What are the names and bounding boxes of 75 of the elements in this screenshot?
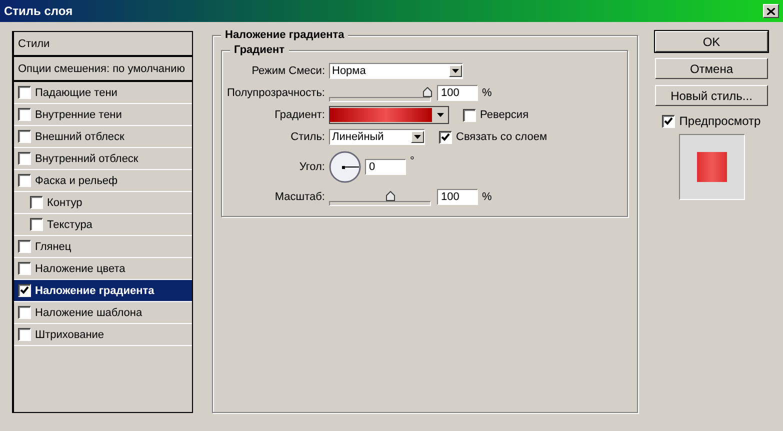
angle-dial[interactable] (329, 151, 361, 183)
style-list-item[interactable]: Фаска и рельеф (14, 170, 192, 192)
style-label: Наложение градиента (35, 284, 154, 296)
group-title: Градиент (230, 44, 289, 56)
dialog-button[interactable]: OK (655, 31, 768, 52)
checkbox[interactable] (439, 130, 452, 144)
style-list-item[interactable]: Внутренние тени (14, 104, 192, 126)
style-label: Внутренние тени (35, 108, 122, 120)
checkbox[interactable] (18, 86, 31, 99)
field-label: Угол: (298, 161, 325, 173)
checkbox-label: Связать со слоем (456, 131, 548, 143)
dialog-button[interactable]: Отмена (655, 58, 768, 79)
style-label: Наложение шаблона (35, 306, 142, 318)
checkbox-label: Предпросмотр (679, 114, 761, 128)
checkbox[interactable] (463, 108, 476, 122)
checkbox[interactable] (18, 108, 31, 121)
style-list-item[interactable]: Внутренний отблеск (14, 148, 192, 170)
field-label: Градиент: (274, 109, 325, 121)
field-label: Стиль: (290, 131, 325, 143)
style-list-item[interactable]: Наложение шаблона (14, 302, 192, 324)
style-list-item[interactable]: Глянец (14, 236, 192, 258)
style-label: Глянец (35, 240, 72, 252)
unit-label: ° (410, 155, 414, 167)
field-label: Режим Смеси: (250, 65, 325, 77)
checkbox[interactable] (18, 284, 31, 297)
dropdown-arrow-icon (414, 135, 421, 139)
slider-track[interactable] (329, 200, 431, 206)
checkbox[interactable] (662, 114, 676, 128)
checkbox[interactable] (18, 240, 31, 253)
checkbox[interactable] (18, 174, 31, 187)
preview-thumbnail (678, 134, 744, 200)
style-label: Текстура (47, 218, 92, 230)
style-list-header[interactable]: Опции смешения: по умолчанию (14, 57, 192, 82)
slider-track[interactable] (329, 96, 431, 102)
panel-title: Наложение градиента (221, 29, 348, 41)
dropdown-arrow-icon (436, 113, 444, 117)
number-field[interactable]: 100 (437, 189, 478, 205)
unit-label: % (482, 87, 492, 99)
style-dropdown[interactable]: Линейный (329, 129, 425, 145)
style-list-item[interactable]: Текстура (14, 214, 192, 236)
style-label: Внешний отблеск (35, 130, 124, 142)
close-icon (767, 8, 775, 14)
slider-thumb[interactable] (386, 190, 396, 200)
style-list-header[interactable]: Стили (14, 32, 192, 57)
style-list-item[interactable]: Внешний отблеск (14, 126, 192, 148)
style-list-item[interactable]: Штрихование (14, 324, 192, 346)
style-label: Падающие тени (35, 86, 118, 98)
field-label: Полупрозрачность: (226, 87, 325, 99)
checkbox-label: Реверсия (480, 109, 529, 121)
checkbox[interactable] (18, 130, 31, 143)
number-field[interactable]: 100 (437, 85, 478, 101)
checkbox[interactable] (18, 152, 31, 165)
style-list-item[interactable]: Падающие тени (14, 82, 192, 104)
checkbox[interactable] (30, 218, 43, 231)
checkbox[interactable] (18, 306, 31, 319)
unit-label: % (482, 191, 492, 203)
style-list-item[interactable]: Наложение градиента (14, 280, 192, 302)
checkbox[interactable] (18, 262, 31, 275)
checkbox[interactable] (18, 328, 31, 341)
close-button[interactable] (763, 4, 779, 18)
style-label: Контур (47, 196, 82, 208)
dialog-button[interactable]: Новый стиль... (655, 85, 768, 106)
checkbox[interactable] (30, 196, 43, 209)
number-field[interactable]: 0 (365, 159, 406, 175)
dropdown-arrow-icon (452, 69, 459, 73)
style-label: Штрихование (35, 328, 104, 340)
blend-mode-dropdown[interactable]: Норма (329, 63, 463, 79)
style-label: Фаска и рельеф (35, 174, 118, 186)
slider-thumb[interactable] (423, 86, 432, 96)
style-label: Наложение цвета (35, 262, 126, 274)
style-label: Внутренний отблеск (35, 152, 138, 164)
window-title: Стиль слоя (4, 4, 73, 18)
gradient-picker[interactable] (329, 106, 449, 124)
style-list-item[interactable]: Контур (14, 192, 192, 214)
field-label: Масштаб: (274, 191, 325, 203)
